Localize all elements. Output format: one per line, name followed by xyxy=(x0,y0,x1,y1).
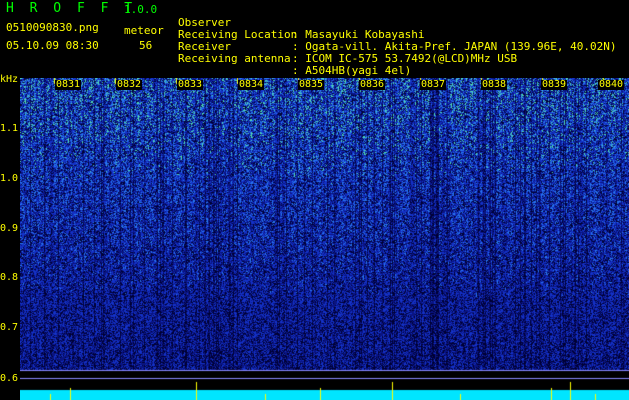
spectrogram-canvas xyxy=(20,78,629,400)
frequency-tick: 0.9 xyxy=(0,223,19,234)
antenna-row: Receiving antenna : A504HB(yagi 4el) xyxy=(178,41,411,77)
file-name: 0510090830.png xyxy=(6,21,99,34)
frequency-tick: 0.6 xyxy=(0,373,19,384)
time-label: 0834 xyxy=(238,79,265,90)
frequency-unit: kHz xyxy=(0,74,19,85)
time-label: 0837 xyxy=(420,79,447,90)
app-version: 1.0.0 xyxy=(124,3,158,16)
frequency-tick: 0.7 xyxy=(0,322,19,333)
meteor-count: 56 xyxy=(139,39,153,52)
app-title: H R O F F T xyxy=(6,1,137,16)
time-label: 0839 xyxy=(541,79,568,90)
frequency-tick: 0.8 xyxy=(0,272,19,283)
time-label: 0831 xyxy=(55,79,82,90)
time-label: 0832 xyxy=(116,79,143,90)
spectrogram xyxy=(20,78,629,400)
frequency-tick: 1.1 xyxy=(0,123,19,134)
location-row: Receiving Location : Ogata-vill. Akita-P… xyxy=(178,17,617,53)
time-label: 0833 xyxy=(177,79,204,90)
frequency-tick: 1.0 xyxy=(0,173,19,184)
antenna-label: Receiving antenna xyxy=(178,52,291,65)
time-label: 0840 xyxy=(598,79,625,90)
receiver-row: Receiver : ICOM IC-575 53.7492(@LCD)MHz … xyxy=(178,29,517,65)
detection-mode: meteor xyxy=(124,24,164,37)
antenna-value: : A504HB(yagi 4el) xyxy=(292,64,412,77)
record-datetime: 05.10.09 08:30 xyxy=(6,39,99,52)
time-label: 0835 xyxy=(298,79,325,90)
time-label: 0836 xyxy=(359,79,386,90)
header-panel: H R O F F T 1.0.0 0510090830.png meteor … xyxy=(0,0,629,78)
frequency-axis: kHz 1.1 1.0 0.9 0.8 0.7 0.6 xyxy=(0,74,20,400)
observer-row: Observer : Masayuki Kobayashi xyxy=(178,5,424,41)
time-label: 0838 xyxy=(481,79,508,90)
